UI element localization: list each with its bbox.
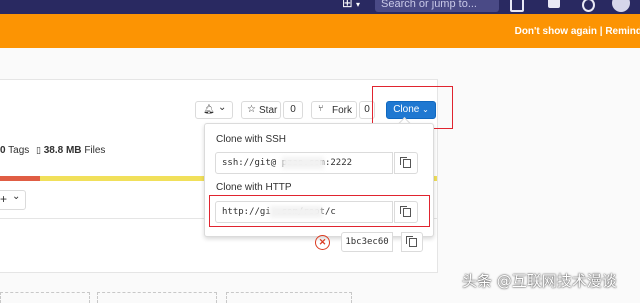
- fork-label: Fork: [332, 105, 352, 116]
- search-input[interactable]: Search or jump to...: [375, 0, 499, 12]
- star-label: Star: [259, 105, 278, 116]
- watermark: 头条 @互联网技术漫谈: [462, 272, 617, 290]
- ssh-redaction: [282, 157, 324, 169]
- notification-button[interactable]: 🔔︎ ⌄: [195, 101, 233, 119]
- plus-square-icon[interactable]: ⊞: [342, 0, 353, 11]
- http-highlight-box: [209, 195, 430, 227]
- chevron-down-icon[interactable]: ▾: [356, 0, 360, 9]
- copy-icon: [406, 236, 417, 247]
- bell-icon: 🔔︎: [203, 105, 215, 115]
- files-stat[interactable]: ▯ 38.8 MB Files: [36, 145, 105, 156]
- http-title: Clone with HTTP: [216, 182, 292, 193]
- copy-icon: [400, 157, 411, 168]
- star-count[interactable]: 0: [283, 101, 303, 119]
- search-placeholder: Search or jump to...: [381, 0, 477, 10]
- notice-banner: Don't show again | Remind: [0, 14, 640, 48]
- files-size: 38.8 MB: [43, 145, 82, 156]
- commit-sha[interactable]: 1bc3ec60: [341, 232, 393, 252]
- star-icon: ☆: [247, 104, 256, 115]
- top-navbar: ⊞ ▾ Search or jump to...: [0, 0, 640, 14]
- bottom-card: [226, 292, 352, 303]
- bottom-card: [97, 292, 217, 303]
- avatar[interactable]: [612, 0, 630, 12]
- failed-status-icon[interactable]: ✕: [315, 235, 330, 250]
- chevron-down-icon: ⌄: [12, 191, 21, 202]
- chevron-down-icon: ⌄: [218, 102, 227, 113]
- ssh-title: Clone with SSH: [216, 134, 287, 145]
- ssh-copy-button[interactable]: [394, 152, 418, 174]
- fork-icon: ⑂: [318, 104, 324, 114]
- language-bar-segment-1: [0, 176, 40, 181]
- fork-button[interactable]: ⑂ Fork: [311, 101, 357, 119]
- todo-icon[interactable]: [582, 0, 595, 12]
- tags-stat[interactable]: 0 Tags: [0, 145, 29, 156]
- sha-copy-button[interactable]: [401, 232, 423, 252]
- star-button[interactable]: ☆ Star: [241, 101, 281, 119]
- issues-icon[interactable]: [510, 0, 524, 12]
- add-dropdown-button[interactable]: + ⌄: [0, 190, 26, 210]
- file-icon: ▯: [36, 146, 41, 156]
- banner-actions[interactable]: Don't show again | Remind: [515, 26, 640, 37]
- tags-label: Tags: [8, 145, 30, 156]
- bottom-card: [0, 292, 90, 303]
- plus-icon: +: [0, 192, 8, 206]
- merge-request-icon[interactable]: [548, 0, 560, 8]
- files-label: Files: [84, 145, 106, 156]
- tags-count: 0: [0, 145, 6, 156]
